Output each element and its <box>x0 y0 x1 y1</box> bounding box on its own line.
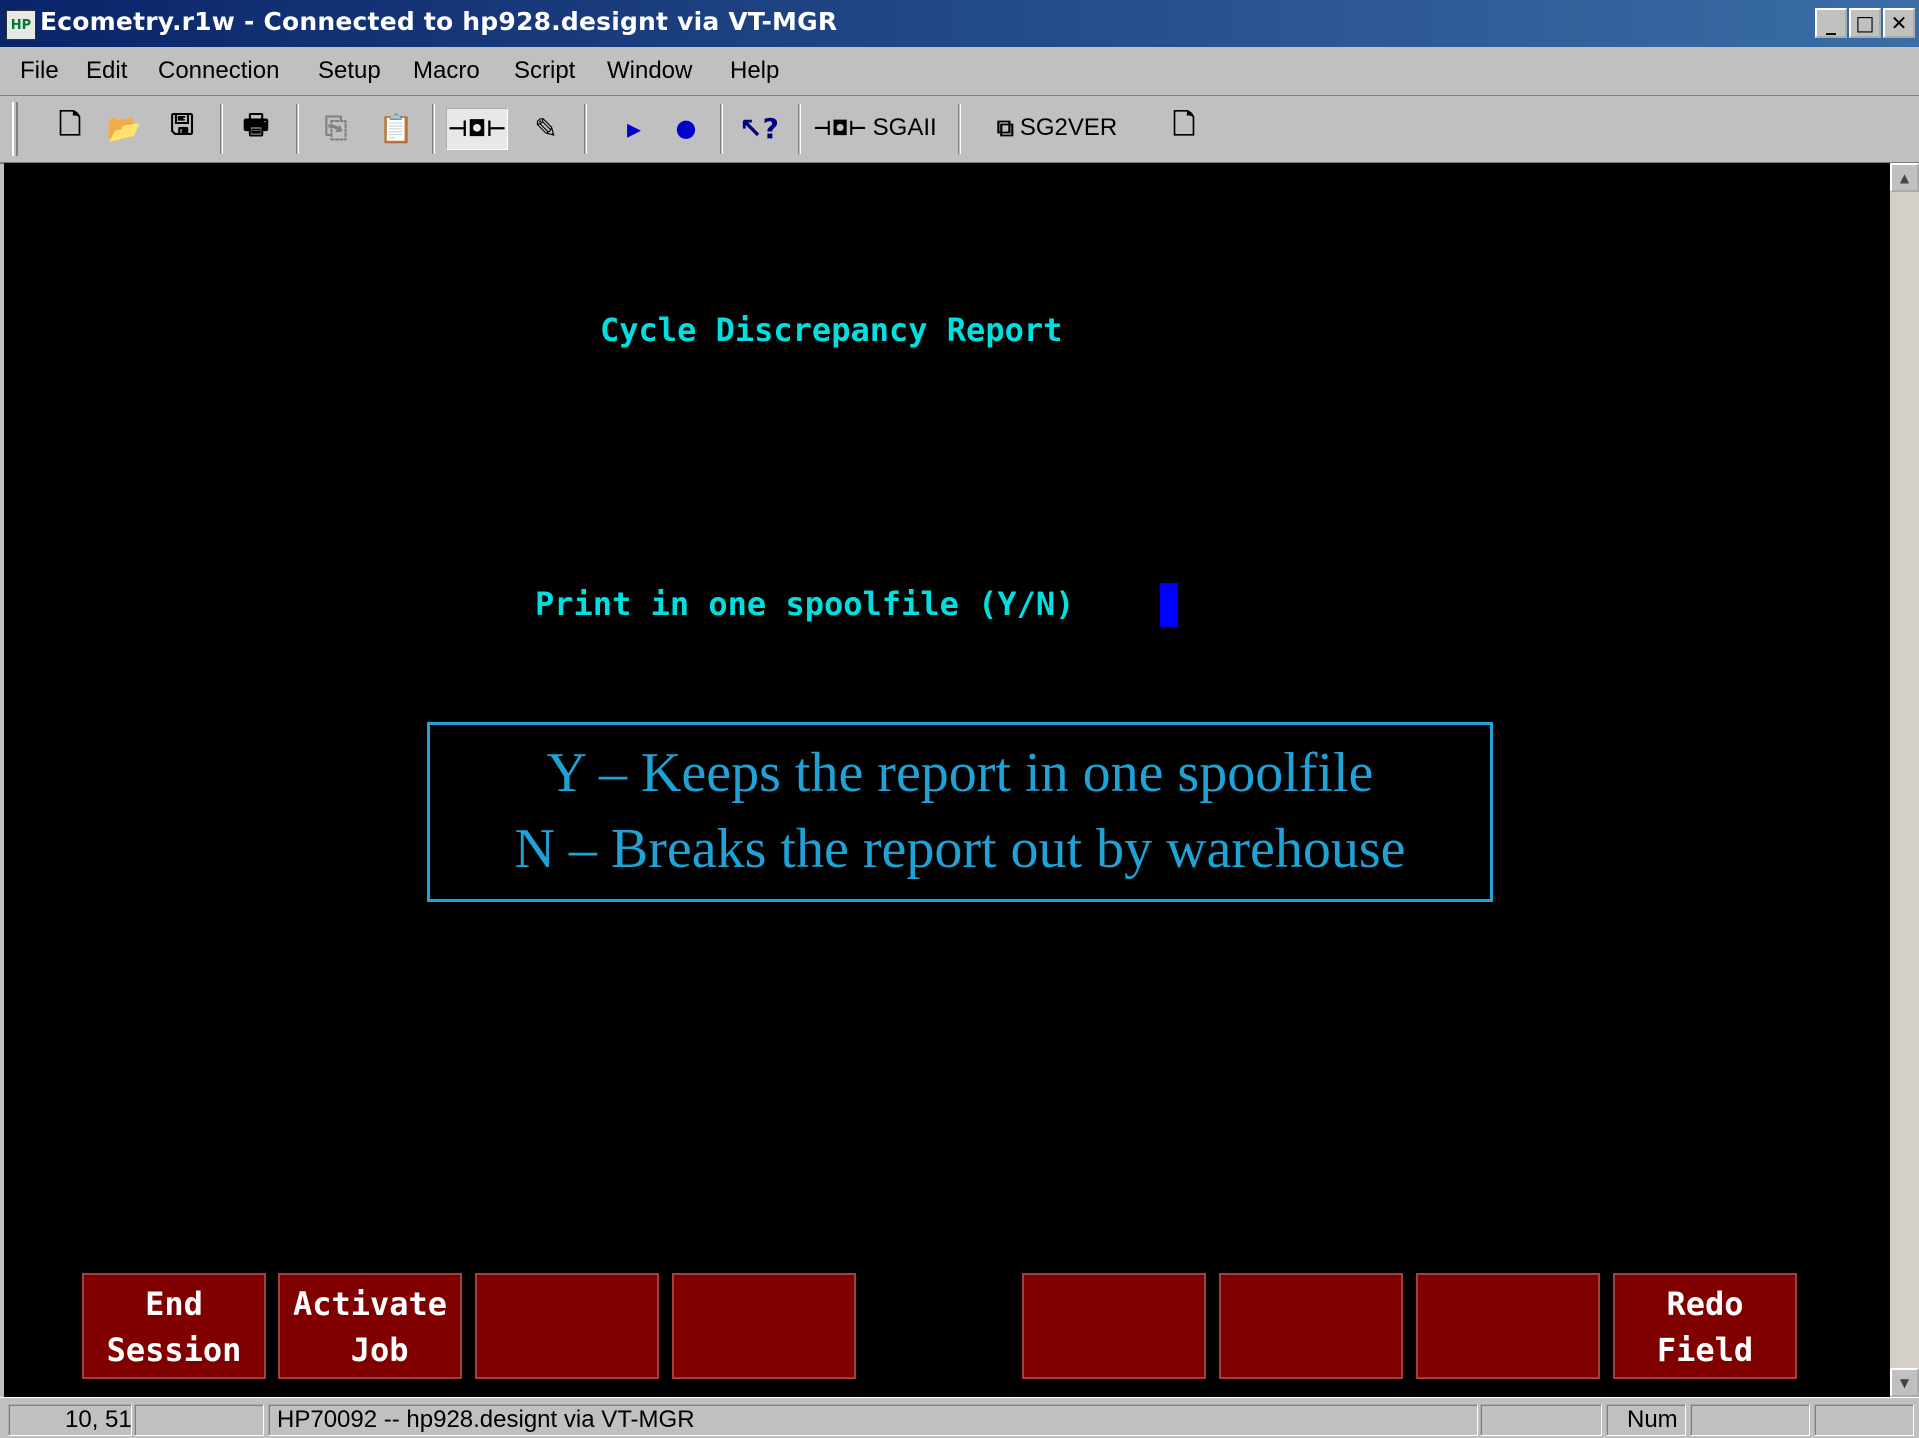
fkey-7[interactable] <box>1416 1273 1600 1379</box>
window-title: Ecometry.r1w - Connected to hp928.design… <box>40 7 838 36</box>
toolbar-separator <box>798 104 801 154</box>
fkey-1-end-session[interactable]: End Session <box>82 1273 266 1379</box>
fkey-4[interactable] <box>672 1273 856 1379</box>
toolbar-grip[interactable] <box>12 102 18 156</box>
callout-line-n: N – Breaks the report out by warehouse <box>514 818 1406 880</box>
sgaii-label: SGAII <box>872 114 937 141</box>
toolbar: 🗋 📂 🖫 🖶 ⎘ 📋 ⊣◘⊢ ✎ ▸ ● ↖? ⊣◘⊢ SGAII ⧉ SG2… <box>0 96 1919 164</box>
fkey-8-redo-field[interactable]: Redo Field <box>1613 1273 1797 1379</box>
maximize-button[interactable]: □ <box>1849 8 1881 38</box>
menu-bar: File Edit Connection Setup Macro Script … <box>0 47 1919 96</box>
toolbar-separator <box>958 104 961 154</box>
fkey-6[interactable] <box>1219 1273 1403 1379</box>
fkey-3[interactable] <box>475 1273 659 1379</box>
callout-line-y: Y – Keeps the report in one spoolfile <box>546 742 1374 804</box>
context-help-icon[interactable]: ↖? <box>734 108 784 148</box>
record-icon[interactable]: ● <box>670 108 702 148</box>
menu-edit[interactable]: Edit <box>86 57 127 85</box>
menu-script[interactable]: Script <box>514 57 575 85</box>
toolbar-separator <box>432 104 435 154</box>
script-icon[interactable]: ✎ <box>526 108 566 148</box>
num-lock-indicator: Num <box>1606 1404 1686 1436</box>
sg2ver-macro-button[interactable]: ⧉ SG2VER <box>972 108 1142 148</box>
close-button[interactable]: ✕ <box>1883 8 1915 38</box>
terminal-icon: ⊣◘⊢ <box>813 116 867 140</box>
menu-file[interactable]: File <box>20 57 59 85</box>
text-cursor[interactable] <box>1160 583 1178 627</box>
menu-macro[interactable]: Macro <box>413 57 480 85</box>
connect-icon[interactable]: ⊣◘⊢ <box>446 108 508 150</box>
menu-setup[interactable]: Setup <box>318 57 381 85</box>
macro-icon: ⧉ <box>996 114 1014 142</box>
menu-window[interactable]: Window <box>607 57 692 85</box>
explanation-callout: Y – Keeps the report in one spoolfile N … <box>427 722 1493 902</box>
report-heading: Cycle Discrepancy Report <box>600 311 1063 349</box>
paste-icon[interactable]: 📋 <box>376 108 416 148</box>
title-bar: HP Ecometry.r1w - Connected to hp928.des… <box>0 0 1919 47</box>
toolbar-separator <box>720 104 723 154</box>
print-icon[interactable]: 🖶 <box>236 108 276 148</box>
toolbar-separator <box>220 104 223 154</box>
scroll-up-icon[interactable]: ▲ <box>1890 163 1919 192</box>
menu-help[interactable]: Help <box>730 57 779 85</box>
status-bar: 10, 51 HP70092 -- hp928.designt via VT-M… <box>0 1397 1919 1438</box>
fkey-2-activate-job[interactable]: Activate Job <box>278 1273 462 1379</box>
status-pane-empty <box>1814 1404 1914 1436</box>
toolbar-separator <box>584 104 587 154</box>
status-pane-empty <box>1480 1404 1602 1436</box>
menu-connection[interactable]: Connection <box>158 57 279 85</box>
connection-status: HP70092 -- hp928.designt via VT-MGR <box>268 1404 1478 1436</box>
spoolfile-prompt: Print in one spoolfile (Y/N) <box>535 585 1075 623</box>
save-icon[interactable]: 🖫 <box>164 108 200 148</box>
play-icon[interactable]: ▸ <box>618 108 650 148</box>
cursor-position: 10, 51 <box>8 1404 132 1436</box>
new-document-icon[interactable]: 🗋 <box>52 108 88 148</box>
app-icon: HP <box>6 10 36 40</box>
terminal-screen[interactable]: Cycle Discrepancy Report Print in one sp… <box>4 163 1890 1397</box>
vertical-scrollbar[interactable]: ▲ ▼ <box>1890 163 1919 1397</box>
status-pane-empty <box>134 1404 264 1436</box>
document-icon[interactable]: 🗋 <box>1166 108 1202 148</box>
toolbar-separator <box>296 104 299 154</box>
copy-icon[interactable]: ⎘ <box>316 108 356 148</box>
open-folder-icon[interactable]: 📂 <box>104 108 144 148</box>
sg2ver-label: SG2VER <box>1019 114 1118 141</box>
scroll-down-icon[interactable]: ▼ <box>1890 1368 1919 1397</box>
fkey-5[interactable] <box>1022 1273 1206 1379</box>
sgaii-macro-button[interactable]: ⊣◘⊢ SGAII <box>810 108 940 148</box>
minimize-button[interactable]: _ <box>1815 8 1847 38</box>
status-pane-empty <box>1690 1404 1810 1436</box>
